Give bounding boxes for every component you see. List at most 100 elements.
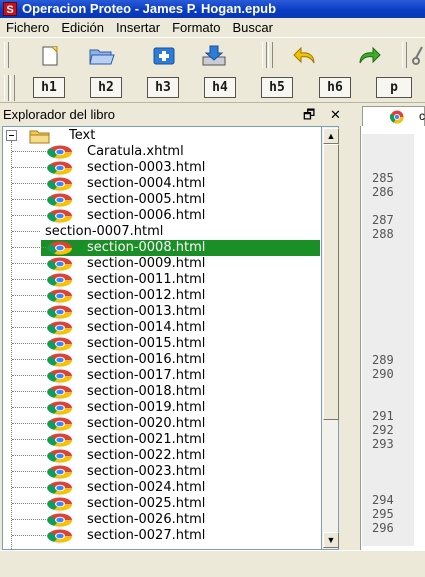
tree-file-label: section-0004.html: [87, 176, 206, 191]
line-number: 288: [372, 227, 394, 241]
tree-file-label: section-0020.html: [87, 416, 206, 431]
menu-edicion[interactable]: Edición: [55, 18, 110, 37]
scroll-thumb[interactable]: [323, 144, 339, 420]
chrome-file-icon: [47, 433, 73, 447]
tree-file-item[interactable]: Caratula.xhtml: [3, 144, 319, 160]
tree-file-item[interactable]: section-0026.html: [3, 512, 319, 528]
tree-file-item[interactable]: section-0005.html: [3, 192, 319, 208]
tree-file-item[interactable]: section-0024.html: [3, 480, 319, 496]
tree-file-label: section-0023.html: [87, 464, 206, 479]
toolbar-grip[interactable]: [262, 42, 267, 68]
line-number: 292: [372, 423, 394, 437]
tree-file-label: section-0025.html: [87, 496, 206, 511]
toolbar-grip[interactable]: [10, 75, 15, 101]
folder-open-icon: [89, 49, 115, 65]
tree-guide-line: [12, 151, 46, 152]
heading-h1-button[interactable]: h1: [33, 77, 65, 98]
heading-h2-button[interactable]: h2: [90, 77, 122, 98]
tree-guide-line: [12, 231, 40, 232]
save-button[interactable]: [198, 42, 230, 70]
tree-file-item[interactable]: section-0011.html: [3, 272, 319, 288]
line-number: 293: [372, 437, 394, 451]
tree-file-label: section-0007.html: [45, 224, 164, 239]
chrome-file-icon: [47, 369, 73, 383]
tree-file-item[interactable]: section-0003.html: [3, 160, 319, 176]
redo-button[interactable]: [352, 42, 384, 70]
tree-file-item[interactable]: section-0006.html: [3, 208, 319, 224]
menu-buscar[interactable]: Buscar: [226, 18, 278, 37]
chrome-file-icon: [47, 305, 73, 319]
tree-file-item[interactable]: section-0027.html: [3, 528, 319, 544]
redo-arrow-icon: [359, 46, 381, 64]
tree-guide-line: [12, 487, 46, 488]
tree-guide-line: [12, 279, 46, 280]
tree-file-item[interactable]: section-0015.html: [3, 336, 319, 352]
tree-file-item[interactable]: section-0007.html: [3, 224, 319, 240]
tree-file-item[interactable]: section-0023.html: [3, 464, 319, 480]
tree-guide-line: [12, 439, 46, 440]
tree-file-item[interactable]: section-0017.html: [3, 368, 319, 384]
menu-formato[interactable]: Formato: [166, 18, 226, 37]
tree-file-item[interactable]: section-0020.html: [3, 416, 319, 432]
title-bar: S Operacion Proteo - James P. Hogan.epub: [0, 0, 425, 18]
chrome-file-icon: [47, 481, 73, 495]
tree-file-item[interactable]: section-0008.html: [3, 240, 320, 256]
chrome-file-icon: [47, 513, 73, 527]
tree-guide-line: [12, 295, 46, 296]
tree-file-item[interactable]: section-0014.html: [3, 320, 319, 336]
tree-file-item[interactable]: section-0018.html: [3, 384, 319, 400]
tree-file-item[interactable]: section-0012.html: [3, 288, 319, 304]
paragraph-button[interactable]: p: [376, 77, 412, 98]
tree-guide-line: [12, 215, 46, 216]
chrome-file-icon: [47, 385, 73, 399]
menu-insertar[interactable]: Insertar: [110, 18, 166, 37]
tree-guide-line: [12, 391, 46, 392]
add-file-button[interactable]: [148, 42, 180, 70]
open-file-button[interactable]: [86, 42, 118, 70]
tree-file-item[interactable]: section-0021.html: [3, 432, 319, 448]
chrome-file-icon: [47, 401, 73, 415]
tree-file-item[interactable]: section-0004.html: [3, 176, 319, 192]
collapse-toggle-icon[interactable]: [6, 130, 18, 142]
tree-file-label: section-0021.html: [87, 432, 206, 447]
toolbar-grip[interactable]: [4, 75, 9, 101]
scroll-up-button[interactable]: ▲: [323, 128, 339, 144]
tree-file-item[interactable]: section-0016.html: [3, 352, 319, 368]
book-browser-tree[interactable]: Text Caratula.xhtml section-0003.html sect…: [2, 126, 322, 550]
cut-button[interactable]: [408, 42, 425, 70]
toolbar-grip[interactable]: [268, 42, 273, 68]
new-file-button[interactable]: [34, 42, 66, 70]
heading-toolbar: h1 h2 h3 h4 h5 h6 p: [0, 74, 425, 103]
tree-file-label: section-0027.html: [87, 528, 206, 543]
tree-guide-line: [12, 343, 46, 344]
float-panel-icon[interactable]: 🗗: [303, 104, 315, 126]
panel-splitter[interactable]: [340, 104, 360, 550]
status-bar: [0, 550, 425, 577]
toolbar-grip[interactable]: [402, 42, 407, 68]
tree-file-label: section-0011.html: [87, 272, 206, 287]
tree-file-item[interactable]: section-0009.html: [3, 256, 319, 272]
line-number: 294: [372, 493, 394, 507]
heading-h4-button[interactable]: h4: [204, 77, 236, 98]
heading-h3-button[interactable]: h3: [147, 77, 179, 98]
line-number: 285: [372, 171, 394, 185]
menu-fichero[interactable]: Fichero: [0, 18, 55, 37]
tree-file-label: section-0024.html: [87, 480, 206, 495]
scroll-down-button[interactable]: ▼: [323, 532, 339, 548]
chrome-file-icon: [47, 257, 73, 271]
chrome-file-icon: [47, 417, 73, 431]
tree-scrollbar[interactable]: ▲ ▼: [321, 126, 339, 550]
undo-button[interactable]: [290, 42, 322, 70]
tree-file-item[interactable]: section-0019.html: [3, 400, 319, 416]
editor-tab-label: c: [419, 109, 425, 123]
tree-file-item[interactable]: section-0013.html: [3, 304, 319, 320]
tree-file-item[interactable]: section-0022.html: [3, 448, 319, 464]
tree-file-item[interactable]: section-0025.html: [3, 496, 319, 512]
app-logo-icon: S: [3, 2, 17, 16]
window-title: Operacion Proteo - James P. Hogan.epub: [22, 1, 277, 16]
heading-h5-button[interactable]: h5: [261, 77, 293, 98]
editor-tab[interactable]: c: [362, 106, 425, 126]
tree-folder-text[interactable]: Text: [3, 128, 319, 144]
heading-h6-button[interactable]: h6: [319, 77, 351, 98]
toolbar-grip[interactable]: [4, 42, 9, 68]
